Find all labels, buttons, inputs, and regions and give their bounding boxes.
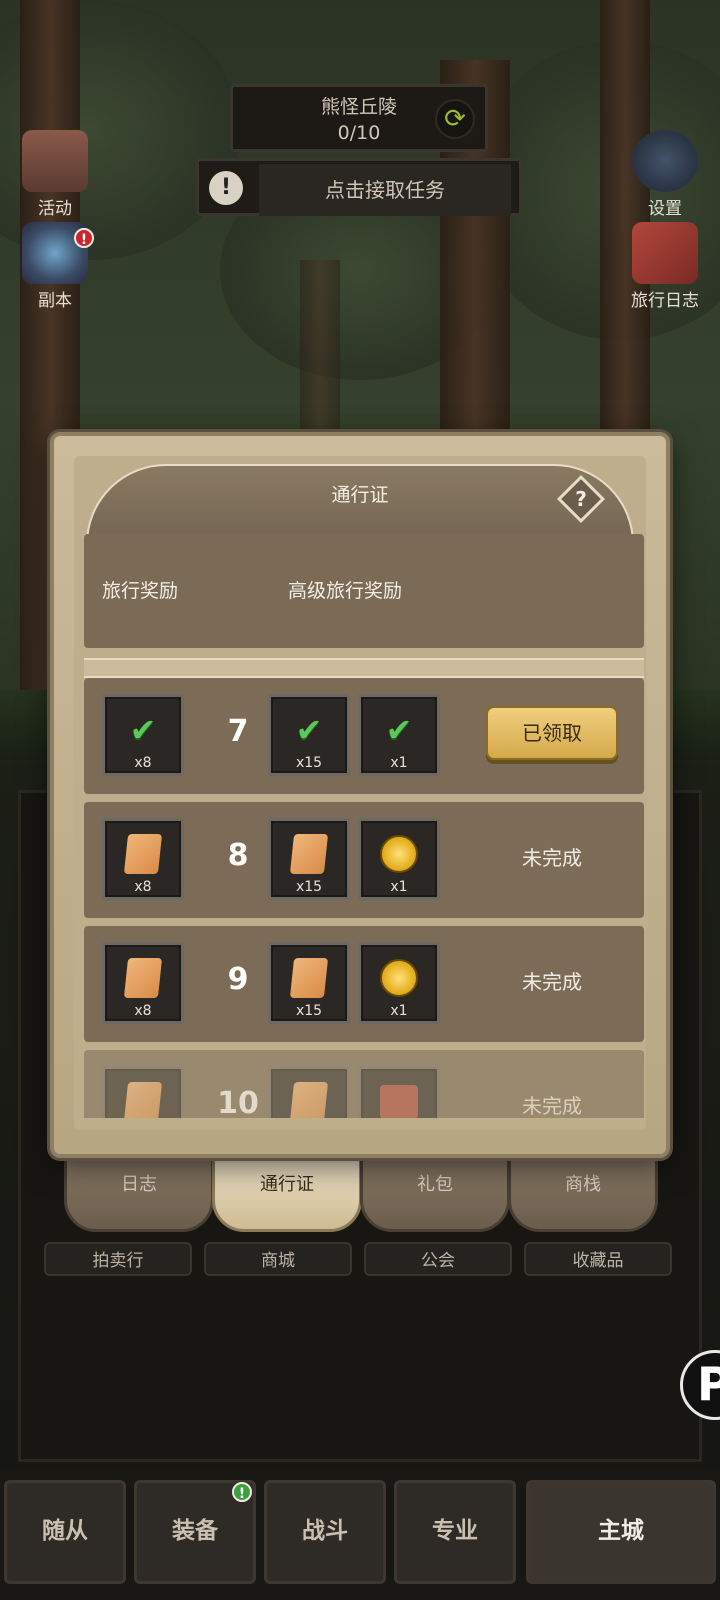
column-header: 旅行奖励 高级旅行奖励	[84, 534, 644, 648]
premium-reward-slot[interactable]: ✔ x15	[268, 694, 350, 776]
premium-reward-header: 高级旅行奖励	[288, 580, 403, 602]
check-icon: ✔	[129, 711, 157, 750]
tab-log-label: 日志	[64, 1150, 214, 1232]
settings-label: 设置	[648, 199, 682, 219]
level-number: 9	[227, 962, 249, 997]
reward-quantity: x1	[390, 1003, 408, 1019]
level-number: 8	[227, 838, 249, 873]
tab-follower[interactable]: 随从	[4, 1480, 126, 1584]
level-number: 10	[217, 1086, 259, 1118]
activity-button[interactable]: 活动	[10, 130, 100, 219]
scroll-icon	[123, 1082, 163, 1118]
coin-icon	[380, 835, 418, 874]
divider	[84, 658, 644, 678]
auction-house-button[interactable]: 拍卖行	[44, 1242, 192, 1276]
reward-quantity: x8	[134, 1003, 152, 1019]
refresh-icon[interactable]: ⟳	[435, 99, 475, 139]
quest-zone-panel: 熊怪丘陵 0/10 ⟳	[230, 84, 488, 152]
status-label: 未完成	[522, 846, 582, 870]
premium-reward-slot[interactable]: x1	[358, 942, 440, 1024]
check-icon: ✔	[295, 711, 323, 750]
journal-label: 旅行日志	[631, 291, 699, 311]
dungeon-notification-badge: !	[74, 228, 94, 248]
scroll-icon	[123, 958, 163, 999]
journal-button[interactable]: 旅行日志	[620, 222, 710, 311]
reward-row-10: 10 未完成	[84, 1050, 644, 1118]
tab-giftpack-label: 礼包	[360, 1150, 510, 1232]
free-reward-slot[interactable]: ✔ x8	[102, 694, 184, 776]
settings-button[interactable]: 设置	[620, 130, 710, 219]
tab-pass-label: 通行证	[212, 1150, 362, 1232]
tab-giftpack[interactable]: 礼包	[360, 1150, 510, 1232]
reward-row-9: x8 9 x15 x1 未完成	[84, 926, 644, 1042]
dungeon-label: 副本	[38, 291, 72, 311]
claimed-button[interactable]: 已领取	[486, 706, 618, 760]
free-reward-slot[interactable]	[102, 1066, 184, 1118]
tab-pass[interactable]: 通行证	[212, 1150, 362, 1232]
guild-button[interactable]: 公会	[364, 1242, 512, 1276]
reward-quantity: x15	[295, 1003, 323, 1019]
calendar-icon	[22, 130, 88, 192]
premium-reward-slot[interactable]: x15	[268, 942, 350, 1024]
reward-quantity: x1	[390, 755, 408, 771]
free-reward-slot[interactable]: x8	[102, 818, 184, 900]
status-label: 未完成	[522, 1094, 582, 1118]
reward-row-8: x8 8 x15 x1 未完成	[84, 802, 644, 918]
reward-quantity: x15	[295, 879, 323, 895]
tab-combat[interactable]: 战斗	[264, 1480, 386, 1584]
reward-quantity: x8	[134, 755, 152, 771]
reward-quantity: x1	[390, 879, 408, 895]
scroll-icon	[289, 1082, 329, 1118]
activity-label: 活动	[38, 199, 72, 219]
premium-reward-slot[interactable]: x15	[268, 818, 350, 900]
accept-quest-button[interactable]: ! 点击接取任务	[196, 158, 522, 216]
accept-quest-label: 点击接取任务	[259, 164, 511, 216]
book-icon	[380, 1085, 418, 1118]
premium-reward-slot[interactable]	[358, 1066, 440, 1118]
free-reward-slot[interactable]: x8	[102, 942, 184, 1024]
reward-row-7: ✔ x8 7 ✔ x15 ✔ x1 已领取	[84, 678, 644, 794]
alert-icon: !	[209, 171, 243, 205]
mall-button[interactable]: 商城	[204, 1242, 352, 1276]
free-reward-header: 旅行奖励	[102, 580, 179, 602]
reward-list[interactable]: ✔ x8 7 ✔ x15 ✔ x1 已领取 x8 8 x15 x1 未完成 x8 9 …	[84, 678, 644, 1118]
premium-reward-slot[interactable]	[268, 1066, 350, 1118]
tab-log[interactable]: 日志	[64, 1150, 214, 1232]
premium-reward-slot[interactable]: x1	[358, 818, 440, 900]
gear-icon	[632, 130, 698, 192]
status-label: 未完成	[522, 970, 582, 994]
collection-button[interactable]: 收藏品	[524, 1242, 672, 1276]
premium-reward-slot[interactable]: ✔ x1	[358, 694, 440, 776]
tab-trading-post[interactable]: 商栈	[508, 1150, 658, 1232]
coin-icon	[380, 959, 418, 998]
reward-quantity: x15	[295, 755, 323, 771]
reward-quantity: x8	[134, 879, 152, 895]
tab-profession[interactable]: 专业	[394, 1480, 516, 1584]
question-icon: ?	[575, 487, 587, 511]
check-icon: ✔	[385, 711, 413, 750]
battle-pass-modal: 通行证 ? 旅行奖励 高级旅行奖励 ✔ x8 7 ✔ x15 ✔ x1 已领取 x8 …	[50, 432, 670, 1158]
tab-trading-post-label: 商栈	[508, 1150, 658, 1232]
equipment-notification-badge: !	[232, 1482, 252, 1502]
scroll-icon	[289, 958, 329, 999]
book-icon	[632, 222, 698, 284]
level-number: 7	[227, 714, 249, 749]
scroll-icon	[289, 834, 329, 875]
dungeon-button[interactable]: 副本 !	[10, 222, 100, 311]
scroll-icon	[123, 834, 163, 875]
tab-main-city[interactable]: 主城	[526, 1480, 716, 1584]
